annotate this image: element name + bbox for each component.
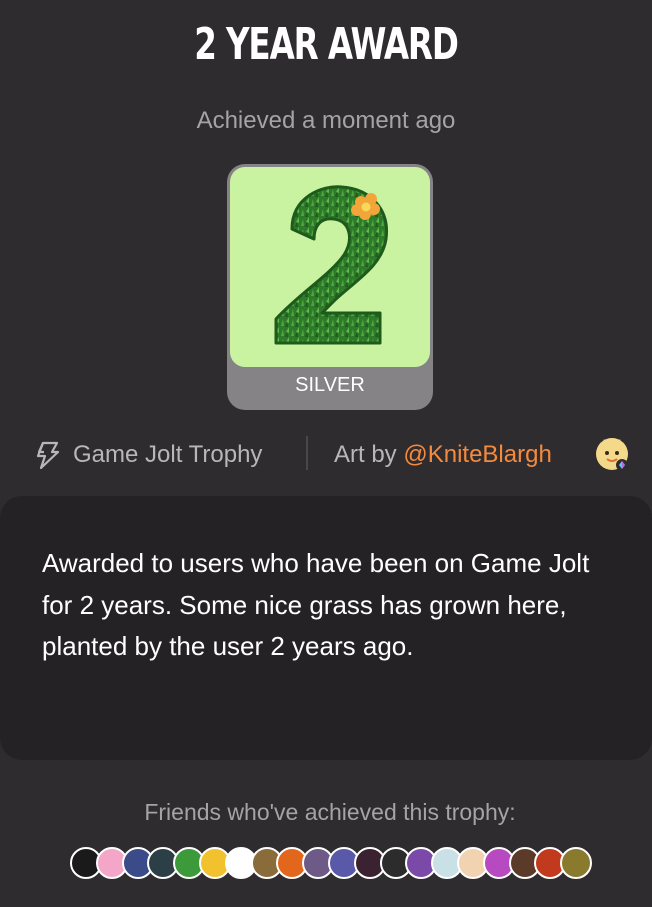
bolt-icon [36, 441, 60, 470]
art-credit: Art by @KniteBlargh [334, 440, 552, 470]
friends-achieved-label: Friends who've achieved this trophy: [144, 799, 516, 825]
artist-link[interactable]: @KniteBlargh [403, 441, 551, 468]
trophy-description: Awarded to users who have been on Game J… [42, 548, 590, 661]
trophy-description-panel: Awarded to users who have been on Game J… [0, 496, 652, 760]
trophy-source-label: Game Jolt Trophy [73, 441, 263, 468]
trophy-thumbnail: SILVER [227, 164, 433, 410]
artist-avatar[interactable] [594, 436, 630, 472]
friends-avatar-row [70, 847, 600, 879]
achieved-timestamp: Achieved a moment ago [196, 107, 456, 134]
meta-divider [306, 436, 308, 470]
art-by-label: Art by [334, 441, 404, 468]
grass-number-two-icon [230, 167, 430, 367]
trophy-tier-label: SILVER [295, 374, 365, 396]
trophy-meta: Game Jolt Trophy Art by @KniteBlargh [0, 432, 652, 476]
trophy-title: 2 YEAR AWARD [194, 19, 459, 70]
friend-avatar[interactable] [560, 847, 592, 879]
